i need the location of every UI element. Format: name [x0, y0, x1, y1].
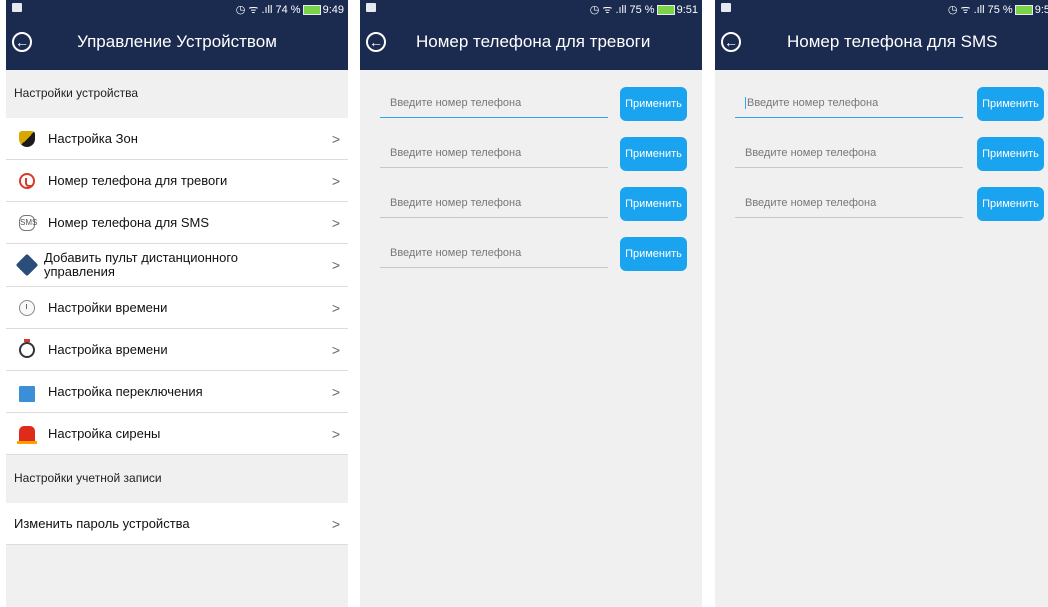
- timer-icon: [19, 338, 35, 358]
- battery-icon: [656, 5, 675, 16]
- remote-icon: [15, 253, 39, 277]
- menu-item-label: Настройка сирены: [48, 425, 161, 441]
- menu-item-zones[interactable]: Настройка Зон >: [6, 118, 348, 160]
- phone-form: Введите номер телефона Применить Введите…: [360, 70, 702, 280]
- phone-field-row: Введите номер телефона Применить: [715, 80, 1048, 130]
- back-arrow-icon[interactable]: ←: [366, 32, 386, 52]
- apply-button[interactable]: Применить: [977, 87, 1044, 121]
- chevron-right-icon: >: [331, 214, 340, 231]
- status-bar: ◷ ᯤ .ıll 75 % 9:5: [715, 0, 1048, 18]
- battery-icon: [302, 5, 321, 16]
- chevron-right-icon: >: [331, 172, 340, 189]
- app-bar: ← Номер телефона для тревоги: [360, 18, 702, 70]
- chevron-right-icon: >: [331, 425, 340, 442]
- menu-item-label: Добавить пульт дистанционного управления: [44, 250, 239, 279]
- notification-icon: [721, 3, 731, 12]
- chevron-right-icon: >: [331, 257, 340, 273]
- menu-item-alarm-phone[interactable]: Номер телефона для тревоги >: [6, 160, 348, 202]
- phone-input[interactable]: Введите номер телефона: [380, 242, 608, 268]
- phone-field-row: Введите номер телефона Применить: [715, 130, 1048, 180]
- phone-input[interactable]: Введите номер телефона: [380, 92, 608, 118]
- app-bar: ← Номер телефона для SMS: [715, 18, 1048, 70]
- phone-icon: [19, 172, 35, 189]
- menu-item-label: Изменить пароль устройства: [14, 515, 190, 531]
- siren-icon: [17, 425, 37, 444]
- phone-field-row: Введите номер телефона Применить: [715, 180, 1048, 230]
- page-title: Управление Устройством: [77, 32, 277, 51]
- section-header-account-settings: Настройки учетной записи: [6, 455, 348, 503]
- menu-item-switch-setting[interactable]: Настройка переключения >: [6, 371, 348, 413]
- phone-input[interactable]: Введите номер телефона: [735, 92, 963, 118]
- switch-icon: [19, 385, 35, 402]
- sms-phone-screen: ◷ ᯤ .ıll 75 % 9:5 ← Номер телефона для SM…: [715, 0, 1048, 607]
- clock-time: 9:5: [1034, 4, 1048, 16]
- menu-item-label: Настройки времени: [48, 299, 168, 315]
- battery-percent: 75 %: [629, 4, 655, 16]
- clock-icon: [19, 299, 35, 316]
- menu-item-label: Номер телефона для SMS: [48, 214, 209, 230]
- account-settings-menu: Изменить пароль устройства >: [6, 503, 348, 545]
- apply-button[interactable]: Применить: [620, 87, 687, 121]
- phone-input-placeholder: Введите номер телефона: [747, 97, 879, 109]
- battery-percent: 74 %: [275, 4, 301, 16]
- back-arrow-icon[interactable]: ←: [721, 32, 741, 52]
- section-header-device-settings: Настройки устройства: [6, 70, 348, 118]
- chevron-right-icon: >: [331, 515, 340, 532]
- sms-icon: SMS: [19, 214, 37, 231]
- device-management-screen: ◷ ᯤ .ıll 74 % 9:49 ← Управление Устройств…: [6, 0, 348, 607]
- phone-input[interactable]: Введите номер телефона: [735, 192, 963, 218]
- phone-input[interactable]: Введите номер телефона: [380, 192, 608, 218]
- chevron-right-icon: >: [331, 341, 340, 358]
- phone-form: Введите номер телефона Применить Введите…: [715, 70, 1048, 230]
- notification-icon: [366, 3, 376, 12]
- clock-time: 9:49: [322, 4, 344, 16]
- status-bar: ◷ ᯤ .ıll 74 % 9:49: [6, 0, 348, 18]
- menu-item-label: Настройка Зон: [48, 130, 138, 146]
- notification-icon: [12, 3, 22, 12]
- menu-item-label: Номер телефона для тревоги: [48, 172, 228, 188]
- page-title: Номер телефона для SMS: [787, 32, 998, 51]
- menu-item-siren-setting[interactable]: Настройка сирены >: [6, 413, 348, 455]
- apply-button[interactable]: Применить: [620, 137, 687, 171]
- menu-item-sms-phone[interactable]: SMS Номер телефона для SMS >: [6, 202, 348, 244]
- menu-item-label: Настройка времени: [48, 341, 168, 357]
- phone-field-row: Введите номер телефона Применить: [360, 130, 702, 180]
- battery-icon: [1014, 5, 1033, 16]
- phone-input[interactable]: Введите номер телефона: [735, 142, 963, 168]
- status-bar: ◷ ᯤ .ıll 75 % 9:51: [360, 0, 702, 18]
- menu-item-timer-setting[interactable]: Настройка времени >: [6, 329, 348, 371]
- text-caret: [745, 97, 746, 110]
- apply-button[interactable]: Применить: [620, 187, 687, 221]
- status-indicators: ◷ ᯤ .ıll 75 % 9:5: [947, 4, 1048, 16]
- app-bar: ← Управление Устройством: [6, 18, 348, 70]
- zone-shield-icon: [19, 130, 35, 147]
- apply-button[interactable]: Применить: [977, 187, 1044, 221]
- apply-button[interactable]: Применить: [620, 237, 687, 271]
- chevron-right-icon: >: [331, 130, 340, 147]
- phone-field-row: Введите номер телефона Применить: [360, 180, 702, 230]
- menu-item-change-password[interactable]: Изменить пароль устройства >: [6, 503, 348, 545]
- chevron-right-icon: >: [331, 299, 340, 316]
- chevron-right-icon: >: [331, 383, 340, 400]
- clock-time: 9:51: [676, 4, 698, 16]
- menu-item-time-settings[interactable]: Настройки времени >: [6, 287, 348, 329]
- device-settings-menu: Настройка Зон > Номер телефона для трево…: [6, 118, 348, 455]
- page-title: Номер телефона для тревоги: [416, 32, 651, 51]
- status-indicators: ◷ ᯤ .ıll 74 % 9:49: [235, 4, 344, 16]
- battery-percent: 75 %: [987, 4, 1013, 16]
- phone-field-row: Введите номер телефона Применить: [360, 230, 702, 280]
- menu-item-label: Настройка переключения: [48, 383, 203, 399]
- status-indicators: ◷ ᯤ .ıll 75 % 9:51: [589, 4, 698, 16]
- alarm-phone-screen: ◷ ᯤ .ıll 75 % 9:51 ← Номер телефона для т…: [360, 0, 702, 607]
- menu-item-add-remote[interactable]: Добавить пульт дистанционного управления…: [6, 244, 348, 287]
- phone-input[interactable]: Введите номер телефона: [380, 142, 608, 168]
- apply-button[interactable]: Применить: [977, 137, 1044, 171]
- phone-field-row: Введите номер телефона Применить: [360, 80, 702, 130]
